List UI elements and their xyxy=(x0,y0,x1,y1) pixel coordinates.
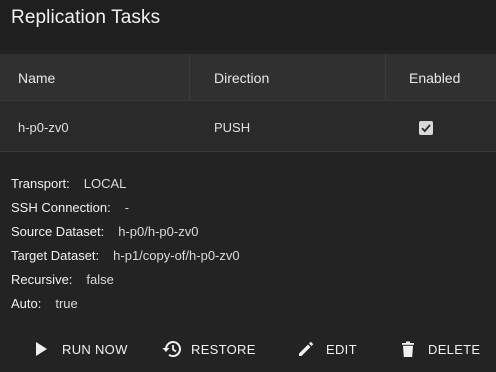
detail-ssh-connection: SSH Connection: - xyxy=(11,196,240,220)
detail-transport: Transport: LOCAL xyxy=(11,172,240,196)
table-header: Name Direction Enabled xyxy=(0,54,496,101)
column-header-name[interactable]: Name xyxy=(18,70,55,86)
check-icon xyxy=(421,124,431,133)
enabled-checkbox[interactable] xyxy=(419,121,433,135)
detail-target-dataset: Target Dataset: h-p1/copy-of/h-p0-zv0 xyxy=(11,244,240,268)
restore-label: RESTORE xyxy=(191,341,256,357)
column-header-direction[interactable]: Direction xyxy=(214,70,269,86)
detail-label: SSH Connection: xyxy=(11,200,111,215)
edit-label: EDIT xyxy=(326,341,357,357)
detail-value: true xyxy=(55,296,78,311)
column-divider xyxy=(189,54,190,100)
run-now-button[interactable]: RUN NOW xyxy=(32,336,128,362)
task-details: Transport: LOCAL SSH Connection: - Source … xyxy=(11,172,240,316)
detail-label: Transport: xyxy=(11,176,70,191)
detail-label: Target Dataset: xyxy=(11,248,100,263)
play-icon xyxy=(32,339,52,359)
column-divider xyxy=(385,54,386,100)
trash-icon xyxy=(398,339,418,359)
detail-value: h-p0/h-p0-zv0 xyxy=(118,224,199,239)
detail-value: false xyxy=(86,272,114,287)
history-icon xyxy=(161,339,181,359)
edit-button[interactable]: EDIT xyxy=(296,336,357,362)
action-bar: RUN NOW RESTORE EDIT DELETE xyxy=(0,336,496,362)
replication-tasks-panel: Replication Tasks Name Direction Enabled… xyxy=(0,0,496,372)
detail-recursive: Recursive: false xyxy=(11,268,240,292)
detail-value: LOCAL xyxy=(83,176,127,191)
run-now-label: RUN NOW xyxy=(62,341,128,357)
detail-label: Recursive: xyxy=(11,272,73,287)
pencil-icon xyxy=(296,339,316,359)
row-direction-cell: PUSH xyxy=(214,120,251,135)
page-title: Replication Tasks xyxy=(11,7,161,28)
title-bar: Replication Tasks xyxy=(0,0,496,50)
restore-button[interactable]: RESTORE xyxy=(161,336,256,362)
table-row[interactable]: h-p0-zv0 PUSH xyxy=(0,101,496,152)
detail-value: - xyxy=(124,200,130,215)
detail-auto: Auto: true xyxy=(11,292,240,316)
detail-value: h-p1/copy-of/h-p0-zv0 xyxy=(113,248,240,263)
column-header-enabled[interactable]: Enabled xyxy=(409,70,460,86)
row-name-cell: h-p0-zv0 xyxy=(18,120,69,135)
delete-button[interactable]: DELETE xyxy=(398,336,480,362)
delete-label: DELETE xyxy=(428,341,481,357)
detail-label: Source Dataset: xyxy=(11,224,105,239)
detail-source-dataset: Source Dataset: h-p0/h-p0-zv0 xyxy=(11,220,240,244)
detail-label: Auto: xyxy=(11,296,42,311)
